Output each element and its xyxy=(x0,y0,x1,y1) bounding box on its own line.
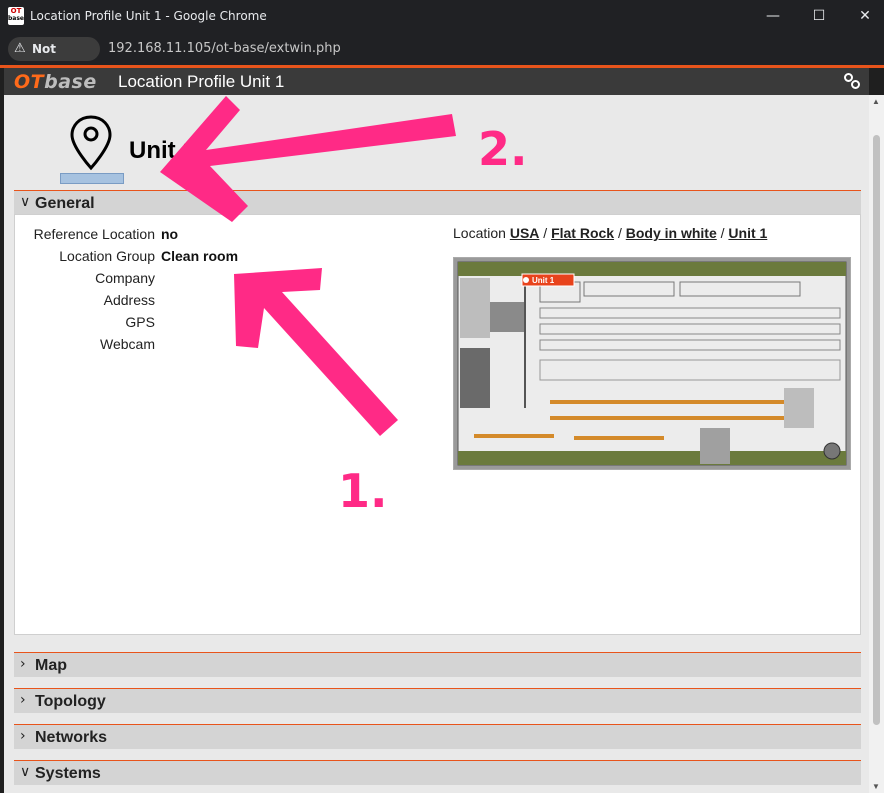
annotation-label-1: 1. xyxy=(338,464,388,518)
annotation-arrow-1 xyxy=(234,268,398,436)
annotation-arrow-2 xyxy=(160,96,456,222)
annotation-label-2: 2. xyxy=(478,122,528,176)
annotation-arrows xyxy=(160,96,456,436)
